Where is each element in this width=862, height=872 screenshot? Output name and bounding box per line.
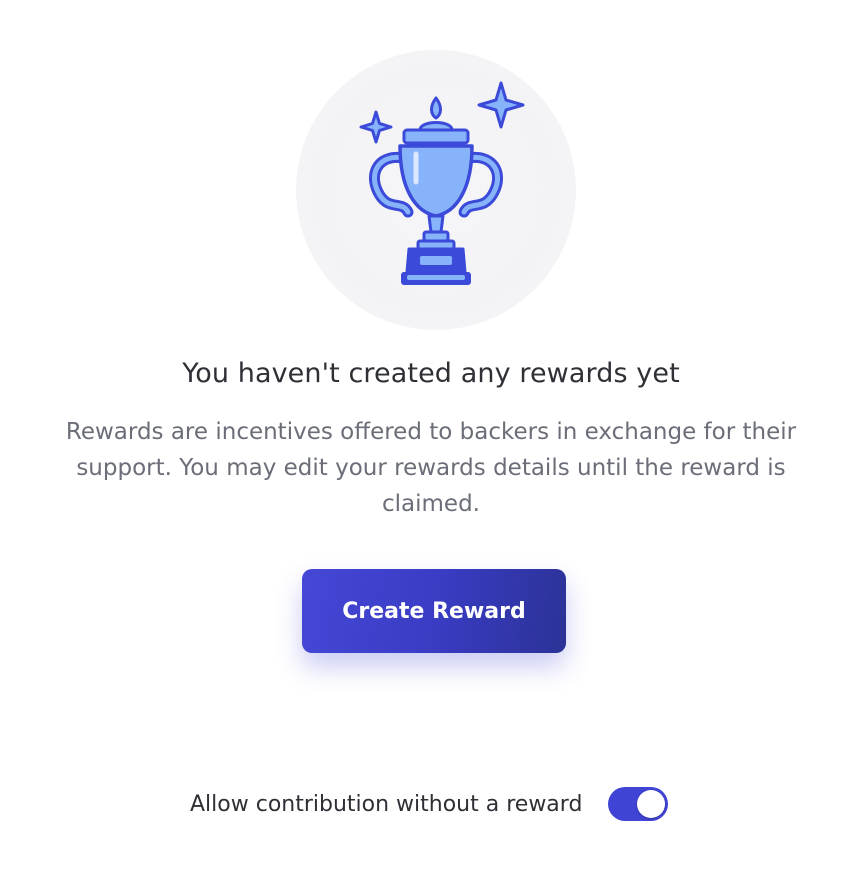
empty-state-description: Rewards are incentives offered to backer… <box>65 419 797 517</box>
create-reward-button[interactable]: Create Reward <box>302 569 566 653</box>
empty-state-heading: You haven't created any rewards yet <box>182 358 680 389</box>
empty-state-illustration <box>296 50 576 330</box>
allow-contribution-setting: Allow contribution without a reward <box>190 781 669 827</box>
sparkle-large-icon <box>477 81 525 129</box>
allow-contribution-label: Allow contribution without a reward <box>190 791 583 817</box>
toggle-knob <box>637 790 666 818</box>
trophy-icon <box>359 81 525 285</box>
allow-contribution-toggle[interactable] <box>608 787 669 821</box>
sparkle-small-icon <box>359 110 393 144</box>
